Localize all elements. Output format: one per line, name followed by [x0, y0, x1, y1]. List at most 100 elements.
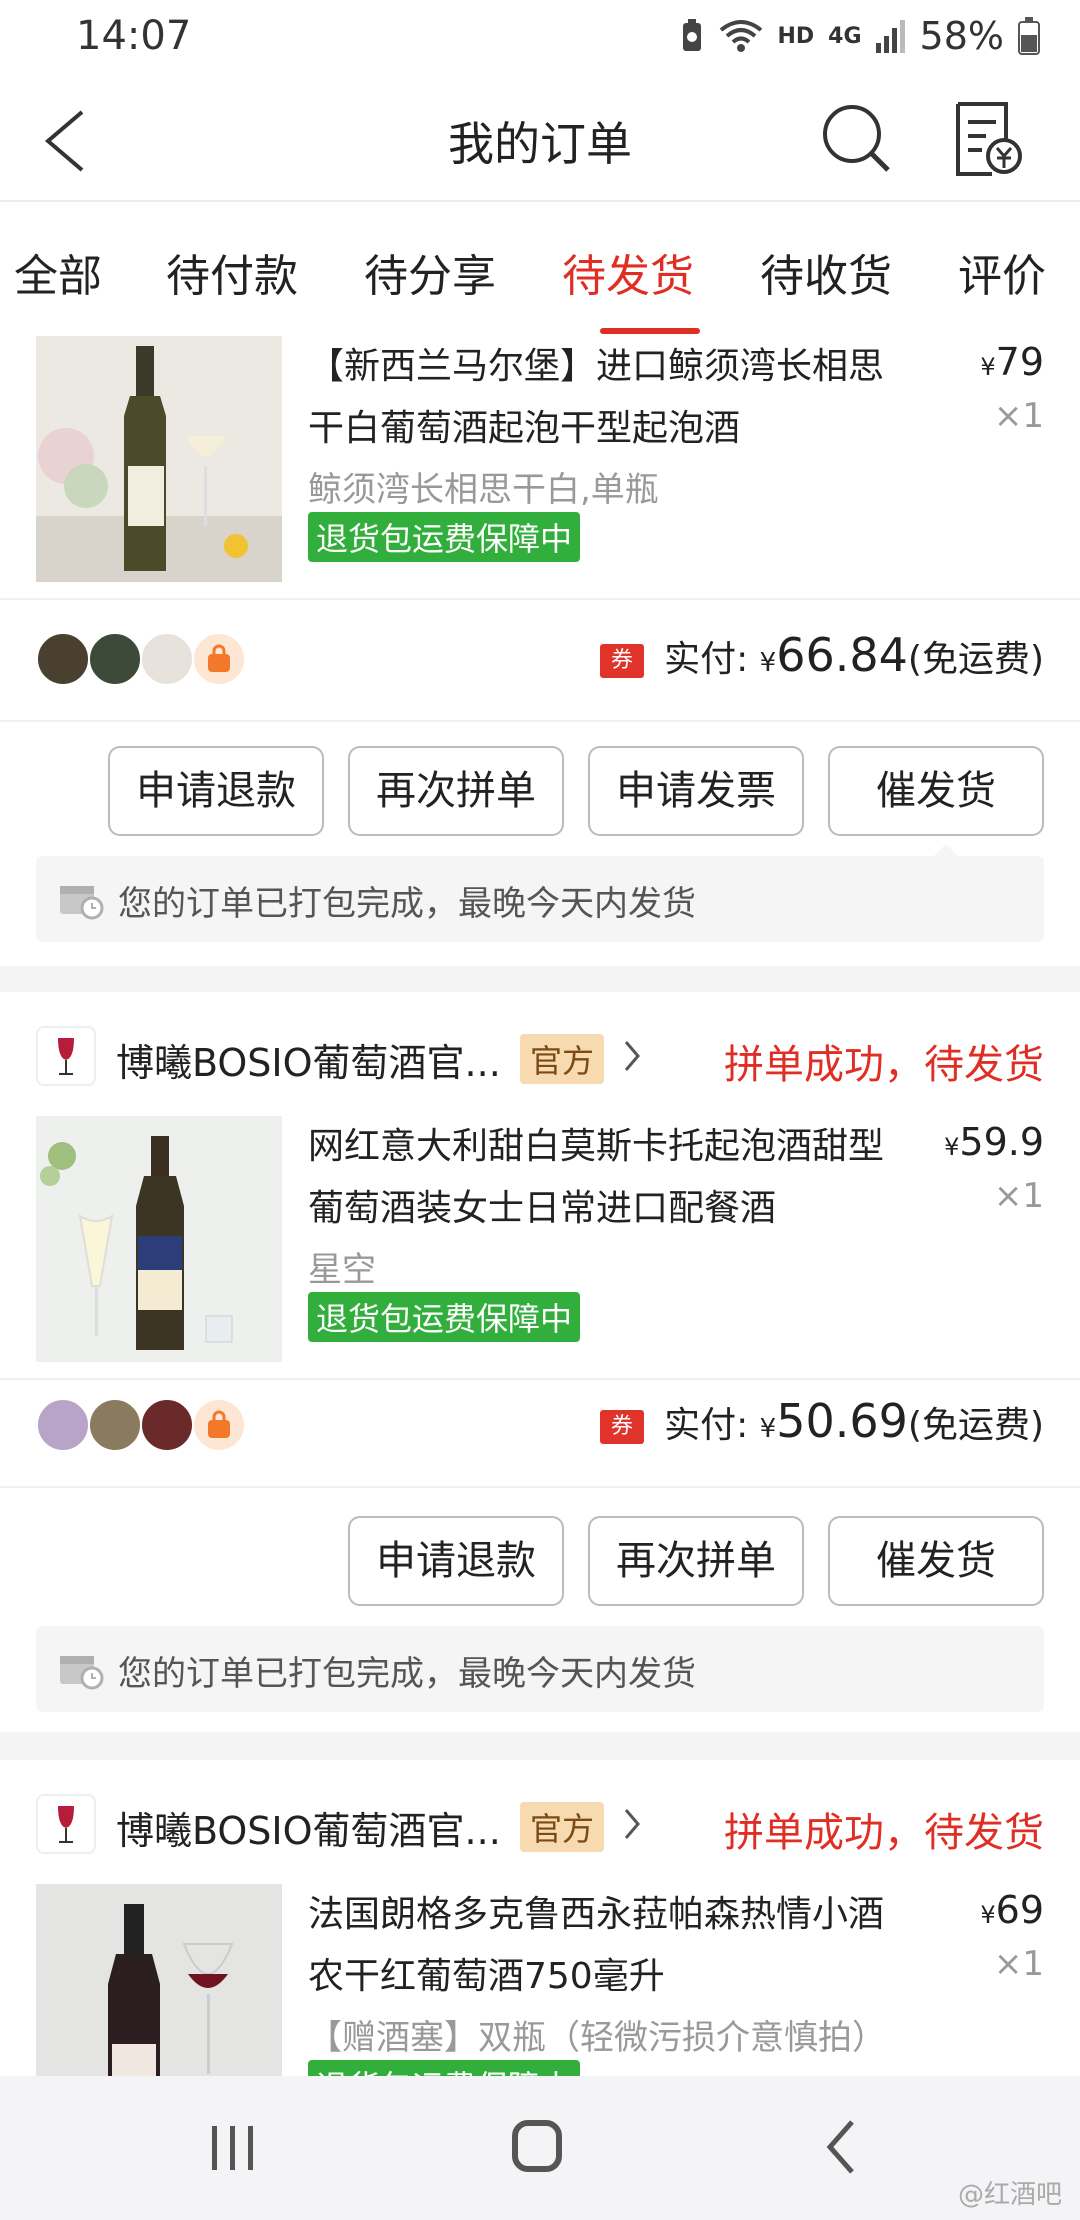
product-title: 法国朗格多克鲁西永菈帕森热情小酒农干红葡萄酒750毫升: [308, 1894, 885, 1997]
notice-text: 您的订单已打包完成，最晚今天内发货: [118, 884, 696, 924]
network-4g-label: 4G: [828, 23, 862, 49]
shop-logo: [36, 1794, 96, 1854]
payment-row: 券 实付: ¥66.84(免运费): [36, 628, 1044, 692]
order-product[interactable]: 【新西兰马尔堡】进口鲸须湾长相思干白葡萄酒起泡干型起泡酒 鲸须湾长相思干白,单瓶…: [36, 336, 1044, 586]
product-quantity: ×1: [993, 396, 1044, 436]
battery-saver-icon: [683, 19, 702, 51]
request-refund-button[interactable]: 申请退款: [348, 1516, 564, 1606]
battery-percent: 58%: [919, 14, 1004, 58]
paid-label: 实付:: [664, 639, 749, 680]
price-value: 79: [995, 340, 1044, 384]
shopping-bag-icon: [192, 632, 246, 686]
status-bar: 14:07 HD 4G 58%: [0, 0, 1080, 72]
product-thumbnail[interactable]: [36, 1884, 282, 2076]
invoice-icon[interactable]: [952, 100, 1024, 178]
currency-symbol: ¥: [980, 1901, 996, 1929]
shop-name: 博曦BOSIO葡萄酒官...: [116, 1809, 501, 1853]
currency-symbol: ¥: [980, 353, 996, 381]
product-title: 【新西兰马尔堡】进口鲸须湾长相思干白葡萄酒起泡干型起泡酒: [308, 346, 885, 449]
recent-apps-icon[interactable]: [210, 2122, 256, 2174]
chevron-right-icon: [624, 1041, 640, 1071]
product-quantity: ×1: [993, 1944, 1044, 1984]
reorder-button[interactable]: 再次拼单: [588, 1516, 804, 1606]
official-badge: 官方: [520, 1802, 605, 1852]
header: 我的订单: [0, 72, 1080, 202]
tab-active-indicator: [600, 328, 700, 334]
package-clock-icon: [60, 1656, 104, 1690]
urge-shipment-button[interactable]: 催发货: [828, 746, 1044, 836]
tab-pending-receipt[interactable]: 待收货: [760, 240, 892, 304]
shipping-notice: 您的订单已打包完成，最晚今天内发货: [36, 1626, 1044, 1712]
order-product[interactable]: 网红意大利甜白莫斯卡托起泡酒甜型葡萄酒装女士日常进口配餐酒 星空 退货包运费保障…: [36, 1116, 1044, 1366]
product-price: ¥59.9: [944, 1120, 1044, 1164]
notice-text: 您的订单已打包完成，最晚今天内发货: [118, 1654, 696, 1694]
signal-icon: [875, 20, 905, 53]
return-guarantee-badge: 退货包运费保障中: [308, 2060, 581, 2076]
chevron-right-icon: [624, 1809, 640, 1839]
battery-icon: [1018, 17, 1040, 55]
shipping-note: (免运费): [907, 1405, 1044, 1446]
order-list[interactable]: 【新西兰马尔堡】进口鲸须湾长相思干白葡萄酒起泡干型起泡酒 鲸须湾长相思干白,单瓶…: [0, 336, 1080, 2076]
product-variant: 鲸须湾长相思干白,单瓶: [308, 470, 659, 510]
currency-symbol: ¥: [759, 648, 777, 678]
product-price: ¥69: [980, 1888, 1044, 1932]
order-product[interactable]: 法国朗格多克鲁西永菈帕森热情小酒农干红葡萄酒750毫升 【赠酒塞】双瓶（轻微污损…: [36, 1884, 1044, 2076]
tab-pending-payment[interactable]: 待付款: [166, 240, 298, 304]
avatar: [140, 632, 194, 686]
coupon-icon: 券: [600, 1410, 644, 1444]
shopping-bag-icon: [192, 1398, 246, 1452]
system-nav-bar: @红酒吧: [0, 2076, 1080, 2220]
product-variant: 【赠酒塞】双瓶（轻微污损介意慎拍）: [308, 2018, 886, 2058]
product-thumbnail[interactable]: [36, 1116, 282, 1362]
shop-name: 博曦BOSIO葡萄酒官...: [116, 1041, 501, 1085]
shipping-note: (免运费): [907, 639, 1044, 680]
notice-caret: [932, 844, 960, 858]
avatar: [140, 1398, 194, 1452]
coupon-icon: 券: [600, 644, 644, 678]
wifi-icon: [720, 20, 763, 52]
reorder-button[interactable]: 再次拼单: [348, 746, 564, 836]
tab-pending-shipment[interactable]: 待发货: [562, 240, 694, 304]
avatar: [88, 632, 142, 686]
official-badge: 官方: [520, 1034, 605, 1084]
system-back-icon[interactable]: [826, 2118, 856, 2176]
divider: [0, 1378, 1080, 1380]
divider: [0, 598, 1080, 600]
shipping-notice: 您的订单已打包完成，最晚今天内发货: [36, 844, 1044, 942]
avatar: [36, 632, 90, 686]
return-guarantee-badge: 退货包运费保障中: [308, 512, 581, 562]
search-icon[interactable]: [820, 102, 892, 174]
tab-pending-share[interactable]: 待分享: [364, 240, 496, 304]
shop-header[interactable]: 博曦BOSIO葡萄酒官... 官方 拼单成功，待发货: [36, 1794, 1044, 1856]
request-refund-button[interactable]: 申请退款: [108, 746, 324, 836]
payment-row: 券 实付: ¥50.69(免运费): [36, 1394, 1044, 1458]
page-title: 我的订单: [448, 117, 632, 171]
product-title: 网红意大利甜白莫斯卡托起泡酒甜型葡萄酒装女士日常进口配餐酒: [308, 1126, 885, 1229]
product-thumbnail[interactable]: [36, 336, 282, 582]
status-time: 14:07: [76, 13, 192, 59]
return-guarantee-badge: 退货包运费保障中: [308, 1292, 581, 1342]
status-icons: HD 4G 58%: [679, 14, 1040, 58]
price-value: 59.9: [959, 1120, 1044, 1164]
divider: [0, 1486, 1080, 1488]
currency-symbol: ¥: [944, 1133, 960, 1161]
paid-value: 66.84: [776, 628, 908, 682]
divider: [0, 720, 1080, 722]
tab-all[interactable]: 全部: [14, 240, 102, 304]
order-card: 【新西兰马尔堡】进口鲸须湾长相思干白葡萄酒起泡干型起泡酒 鲸须湾长相思干白,单瓶…: [0, 336, 1080, 966]
paid-amount: 实付: ¥66.84(免运费): [664, 628, 1044, 682]
package-clock-icon: [60, 886, 104, 920]
urge-shipment-button[interactable]: 催发货: [828, 1516, 1044, 1606]
order-status: 拼单成功，待发货: [724, 1042, 1044, 1088]
watermark: @红酒吧: [957, 2180, 1062, 2210]
paid-label: 实付:: [664, 1405, 749, 1446]
home-icon[interactable]: [512, 2120, 562, 2172]
paid-amount: 实付: ¥50.69(免运费): [664, 1394, 1044, 1448]
tab-review[interactable]: 评价: [958, 240, 1046, 304]
request-invoice-button[interactable]: 申请发票: [588, 746, 804, 836]
shop-header[interactable]: 博曦BOSIO葡萄酒官... 官方 拼单成功，待发货: [36, 1026, 1044, 1088]
paid-value: 50.69: [776, 1394, 908, 1448]
avatar: [88, 1398, 142, 1452]
avatar: [36, 1398, 90, 1452]
order-tabs: 全部 待付款 待分享 待发货 待收货 评价: [0, 202, 1080, 336]
